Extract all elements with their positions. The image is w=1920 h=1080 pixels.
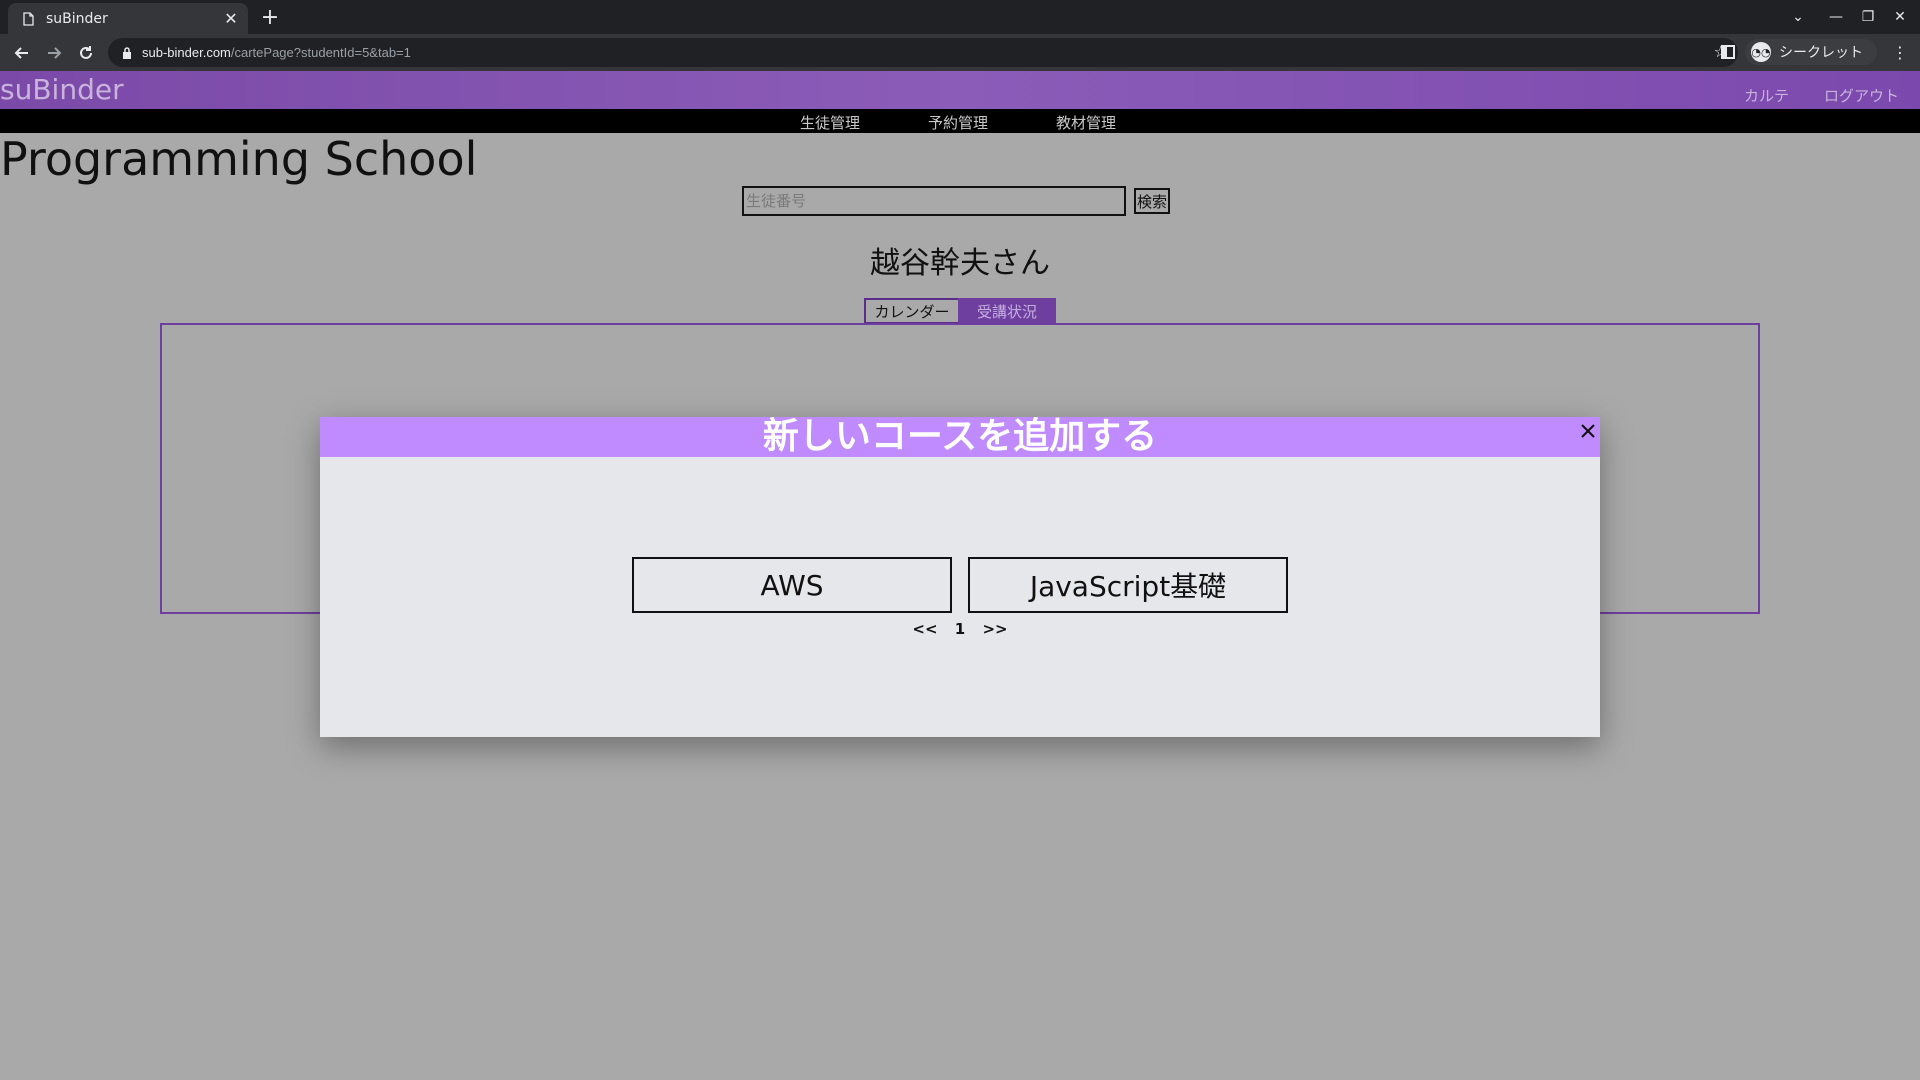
close-tab-icon[interactable]: ✕	[220, 8, 242, 30]
course-button-javascript[interactable]: JavaScript基礎	[968, 557, 1288, 613]
browser-tabbar: suBinder ✕ + ⌄ — ❐ ✕	[0, 0, 1920, 34]
carte-link[interactable]: カルテ	[1744, 85, 1789, 106]
modal-title: 新しいコースを追加する	[762, 416, 1158, 457]
url-text: sub-binder.com/cartePage?studentId=5&tab…	[142, 45, 411, 60]
add-course-modal: 新しいコースを追加する AWS JavaScript基礎 << 1 >>	[320, 417, 1600, 737]
brand-logo[interactable]: suBinder	[0, 73, 124, 106]
tab-title: suBinder	[46, 10, 108, 27]
pager-prev[interactable]: <<	[912, 620, 937, 638]
close-window-icon[interactable]: ✕	[1888, 5, 1912, 29]
lock-icon	[120, 46, 134, 60]
reload-icon[interactable]	[73, 40, 99, 66]
incognito-label: シークレット	[1779, 45, 1863, 61]
new-tab-icon[interactable]: +	[258, 5, 282, 30]
student-number-input[interactable]	[742, 186, 1126, 216]
incognito-icon: ◔◔	[1751, 42, 1771, 62]
site-header: suBinder カルテ ログアウト	[0, 71, 1920, 109]
page-title: Programming School	[0, 132, 478, 186]
url-path: /cartePage?studentId=5&tab=1	[230, 45, 411, 60]
tab-search-icon[interactable]: ⌄	[1786, 5, 1810, 29]
browser-toolbar: sub-binder.com/cartePage?studentId=5&tab…	[0, 34, 1920, 71]
address-bar[interactable]: sub-binder.com/cartePage?studentId=5&tab…	[108, 38, 1738, 67]
modal-header: 新しいコースを追加する	[320, 417, 1600, 457]
tab-attendance-status[interactable]: 受講状況	[958, 298, 1056, 324]
side-panel-icon[interactable]	[1718, 42, 1738, 62]
browser-menu-icon[interactable]: ⋮	[1890, 42, 1910, 62]
main-nav: 生徒管理 予約管理 教材管理	[0, 109, 1920, 133]
pager-next[interactable]: >>	[982, 620, 1007, 638]
pager-current[interactable]: 1	[955, 620, 965, 638]
course-button-aws[interactable]: AWS	[632, 557, 952, 613]
nav-item-reservations[interactable]: 予約管理	[928, 112, 988, 133]
nav-item-students[interactable]: 生徒管理	[800, 112, 860, 133]
tab-calendar[interactable]: カレンダー	[864, 298, 960, 324]
back-icon[interactable]	[9, 40, 35, 66]
url-host: sub-binder.com	[142, 45, 231, 60]
incognito-indicator[interactable]: ◔◔ シークレット	[1745, 39, 1877, 65]
restore-icon[interactable]: ❐	[1856, 5, 1880, 29]
minimize-icon[interactable]: —	[1824, 5, 1848, 29]
page-icon	[20, 11, 36, 27]
pagination: << 1 >>	[320, 620, 1600, 638]
close-icon[interactable]	[1576, 419, 1600, 443]
nav-item-materials[interactable]: 教材管理	[1056, 112, 1116, 133]
student-name: 越谷幹夫さん	[870, 246, 1050, 281]
browser-tab[interactable]: suBinder ✕	[8, 3, 248, 34]
forward-icon[interactable]	[41, 40, 67, 66]
search-button[interactable]: 検索	[1134, 188, 1170, 214]
logout-link[interactable]: ログアウト	[1824, 85, 1899, 106]
